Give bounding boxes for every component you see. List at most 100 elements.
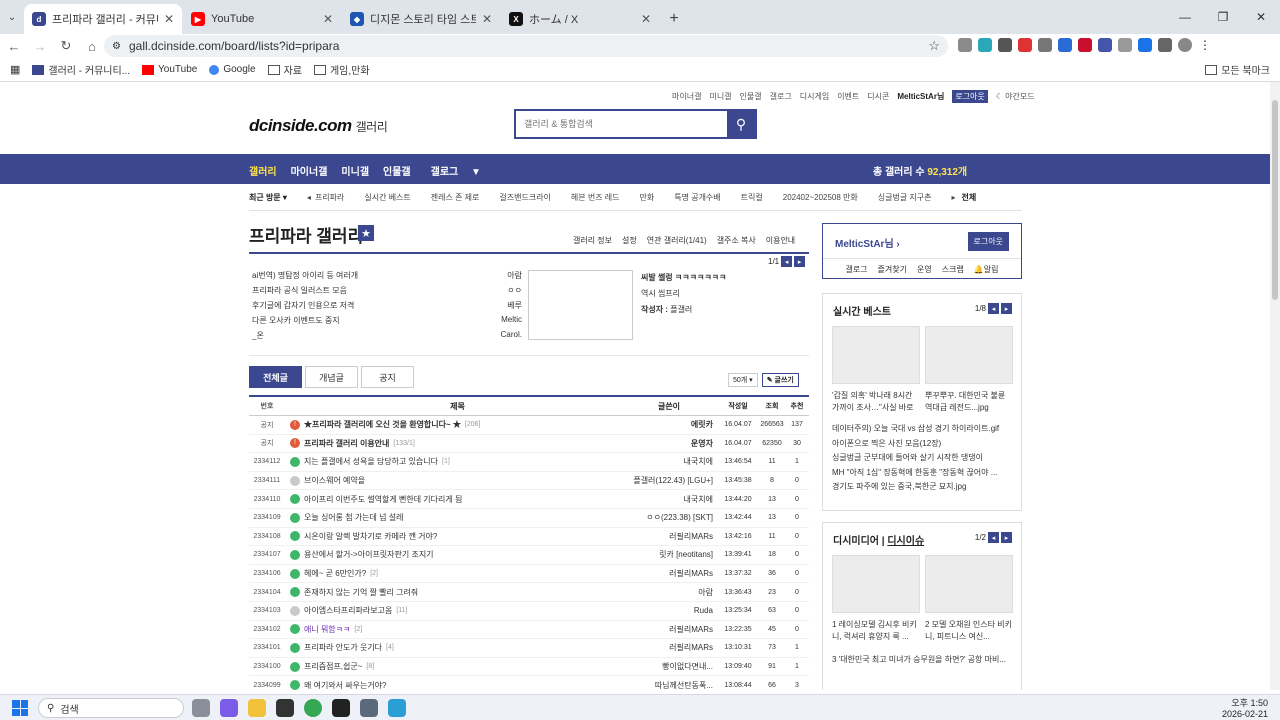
- prev-icon[interactable]: ◂: [988, 532, 999, 543]
- prev-icon[interactable]: ◂: [781, 256, 793, 267]
- post-title-cell[interactable]: 헤에~ 곧 6만인가? [2]: [285, 568, 625, 579]
- post-title-cell[interactable]: 오늘 싱어롱 첨 가는데 넘 설레: [285, 512, 625, 523]
- gallery-title[interactable]: 프리파라 갤러리: [249, 222, 363, 247]
- usage-guide-link[interactable]: 이용안내: [766, 235, 795, 246]
- bookmark-youtube[interactable]: YouTube: [142, 64, 197, 75]
- favorite-star-icon[interactable]: ★: [358, 225, 374, 241]
- notice-item[interactable]: _온 Carol.: [252, 330, 522, 345]
- notice-item[interactable]: 다른 오사카 이벤트도 중지 Meltic: [252, 315, 522, 330]
- post-title-cell[interactable]: 애니 뭐함ㅋㅋ [2]: [285, 624, 625, 635]
- comment-count[interactable]: [1]: [442, 458, 450, 465]
- post-writer[interactable]: 플갤러(122.43) [LGU+]: [625, 475, 717, 486]
- chrome-icon[interactable]: [304, 699, 322, 717]
- toplink[interactable]: 마이너갤: [672, 91, 701, 102]
- post-title-cell[interactable]: 용산에서 할거->아이프릿자판기 조지기: [285, 549, 625, 560]
- link-scrap[interactable]: 스크랩: [942, 264, 964, 275]
- post-title[interactable]: 애니 뭐함ㅋㅋ: [304, 624, 350, 635]
- post-title[interactable]: 아이프리 이번주도 썰역할게 뻔한데 기다리게 됨: [304, 494, 462, 505]
- post-title-cell[interactable]: 존재하지 않는 기억 짤 빨리 그려줘: [285, 587, 625, 598]
- post-title[interactable]: 시온이랑 알렉 발차기로 카메라 깬 거야?: [304, 531, 437, 542]
- notice-item[interactable]: ai번역) 명탐정 아이리 등 여러개 아람: [252, 270, 522, 285]
- post-title[interactable]: 용산에서 할거->아이프릿자판기 조지기: [304, 549, 434, 560]
- post-title-cell[interactable]: 시온이랑 알렉 발차기로 카메라 깬 거야?: [285, 531, 625, 542]
- best-caption[interactable]: '갑질 의혹' 박나래 8시간 가까이 조사…"사실 바로: [832, 390, 920, 414]
- post-title[interactable]: 헤에~ 곧 6만인가?: [304, 568, 366, 579]
- settings-icon[interactable]: [360, 699, 378, 717]
- address-bar[interactable]: ⚙ gall.dcinside.com/board/lists?id=pripa…: [104, 35, 948, 57]
- dcmedia-title[interactable]: 디시미디어: [833, 536, 879, 547]
- comment-count[interactable]: [4]: [386, 644, 394, 651]
- toplink[interactable]: 인물갤: [740, 91, 762, 102]
- all-bookmarks[interactable]: 모든 북마크: [1205, 62, 1270, 77]
- bookmark-star-icon[interactable]: ☆: [928, 38, 940, 54]
- new-tab-button[interactable]: +: [660, 4, 688, 34]
- page-size-select[interactable]: 50개 ▾: [728, 373, 758, 387]
- post-title[interactable]: 존재하지 않는 기억 짤 빨리 그려줘: [304, 587, 418, 598]
- next-icon[interactable]: ▸: [1001, 532, 1012, 543]
- app-icon[interactable]: [388, 699, 406, 717]
- recent-next-icon[interactable]: ▸: [952, 193, 956, 202]
- extension-icon[interactable]: [1038, 38, 1052, 52]
- comment-count[interactable]: [206]: [465, 421, 481, 428]
- post-writer[interactable]: 내국치에: [625, 456, 717, 467]
- extension-icon[interactable]: [1078, 38, 1092, 52]
- toplink[interactable]: 이벤트: [837, 91, 859, 102]
- recent-item[interactable]: 걸즈밴드크라이: [499, 192, 551, 203]
- site-logo[interactable]: dcinside.com 갤러리: [249, 116, 388, 136]
- user-menu[interactable]: MelticStAr님: [897, 91, 944, 102]
- notice-item[interactable]: 후기글에 갑자기 인용으로 저격 베루: [252, 300, 522, 315]
- app-icon[interactable]: [332, 699, 350, 717]
- toplink[interactable]: 디시콘: [867, 91, 889, 102]
- prev-icon[interactable]: ◂: [988, 303, 999, 314]
- notice-preview[interactable]: 씨발 썰렁 ㅋㅋㅋㅋㅋㅋㅋ 역시 씹프리 작성자 : 플갤러: [641, 270, 726, 318]
- taskbar-search[interactable]: ⚲ 검색: [38, 698, 184, 718]
- table-row[interactable]: 공지! ★프리파라 갤러리에 오신 것을 환영합니다~ ★ [206] 에릿카 16.0…: [249, 416, 809, 435]
- link-alarm[interactable]: 🔔알림: [974, 264, 999, 275]
- recent-item[interactable]: 트릭컬: [741, 192, 763, 203]
- extension-icon[interactable]: [1118, 38, 1132, 52]
- scroll-thumb[interactable]: [1272, 100, 1278, 300]
- gnb-person[interactable]: 인물갤: [383, 163, 411, 178]
- post-writer[interactable]: 내국치에: [625, 494, 717, 505]
- comment-count[interactable]: [8]: [366, 663, 374, 670]
- best-list-item[interactable]: 경기도 파주에 있는 중국,북한군 묘지.jpg: [832, 480, 1014, 495]
- minimize-icon[interactable]: —: [1166, 0, 1204, 34]
- post-writer[interactable]: 빵이없다면내...: [625, 661, 717, 672]
- search-input[interactable]: [516, 111, 727, 137]
- recent-item[interactable]: 202402~202508 만화: [783, 192, 858, 203]
- post-title-cell[interactable]: 아이엠스타프리파라보고옴 [11]: [285, 605, 625, 616]
- recent-item[interactable]: 실시간 베스트: [364, 192, 410, 203]
- gnb-gallog[interactable]: 갤로그 ▼: [431, 163, 481, 178]
- best-list-item[interactable]: 싱글벙글 군부대에 들어와 살기 시작한 댕댕이: [832, 451, 1014, 466]
- comment-count[interactable]: [2]: [354, 626, 362, 633]
- link-gallog[interactable]: 갤로그: [845, 264, 867, 275]
- table-row[interactable]: 2334102 애니 뭐함ㅋㅋ [2] 러필리MARs 13:22:35 45 0: [249, 621, 809, 640]
- post-writer[interactable]: 러필리MARs: [625, 568, 717, 579]
- extension-icon[interactable]: [978, 38, 992, 52]
- file-explorer-icon[interactable]: [248, 699, 266, 717]
- post-title-cell[interactable]: ! ★프리파라 갤러리에 오신 것을 환영합니다~ ★ [206]: [285, 419, 625, 430]
- dcmedia-caption[interactable]: 2 모델 오채원 인스타 비키니, 피트니스 여신...: [925, 619, 1013, 643]
- post-title[interactable]: 프리파라 갤러리 이용안내: [304, 438, 389, 449]
- link-favorites[interactable]: 즐겨찾기: [878, 264, 907, 275]
- post-writer[interactable]: ㅇㅇ(223.38) [SKT]: [625, 512, 717, 523]
- post-title-cell[interactable]: 왜 여기와서 싸우는거야?: [285, 680, 625, 690]
- tab-search-icon[interactable]: ⌄: [0, 0, 24, 34]
- next-icon[interactable]: ▸: [794, 256, 806, 267]
- extension-icon[interactable]: [958, 38, 972, 52]
- gallery-info-link[interactable]: 갤러리 정보: [573, 235, 612, 246]
- page-scrollbar[interactable]: [1270, 82, 1280, 690]
- taskbar-clock[interactable]: 오후 1:50 2026-02-21: [1222, 698, 1268, 720]
- table-row[interactable]: 공지! 프리파라 갤러리 이용안내 [133/1] 운영자 16.04.07 62350 3…: [249, 435, 809, 454]
- table-row[interactable]: 2334106 헤에~ 곧 6만인가? [2] 러필리MARs 13:37:32 36 0: [249, 565, 809, 584]
- gnb-mini[interactable]: 미니갤: [341, 163, 369, 178]
- recent-item[interactable]: 특명 공개수배: [674, 192, 720, 203]
- copilot-icon[interactable]: [220, 699, 238, 717]
- task-view-icon[interactable]: [192, 699, 210, 717]
- recent-all[interactable]: 전체: [962, 192, 977, 203]
- bookmark-dcinside[interactable]: 갤러리 - 커뮤니티...: [32, 62, 130, 77]
- dcmedia-thumb[interactable]: [832, 555, 920, 613]
- recent-item[interactable]: 싱글벙글 지구촌: [878, 192, 932, 203]
- gnb-gallery[interactable]: 갤러리: [249, 163, 277, 178]
- recent-item[interactable]: 프리파라: [315, 192, 344, 203]
